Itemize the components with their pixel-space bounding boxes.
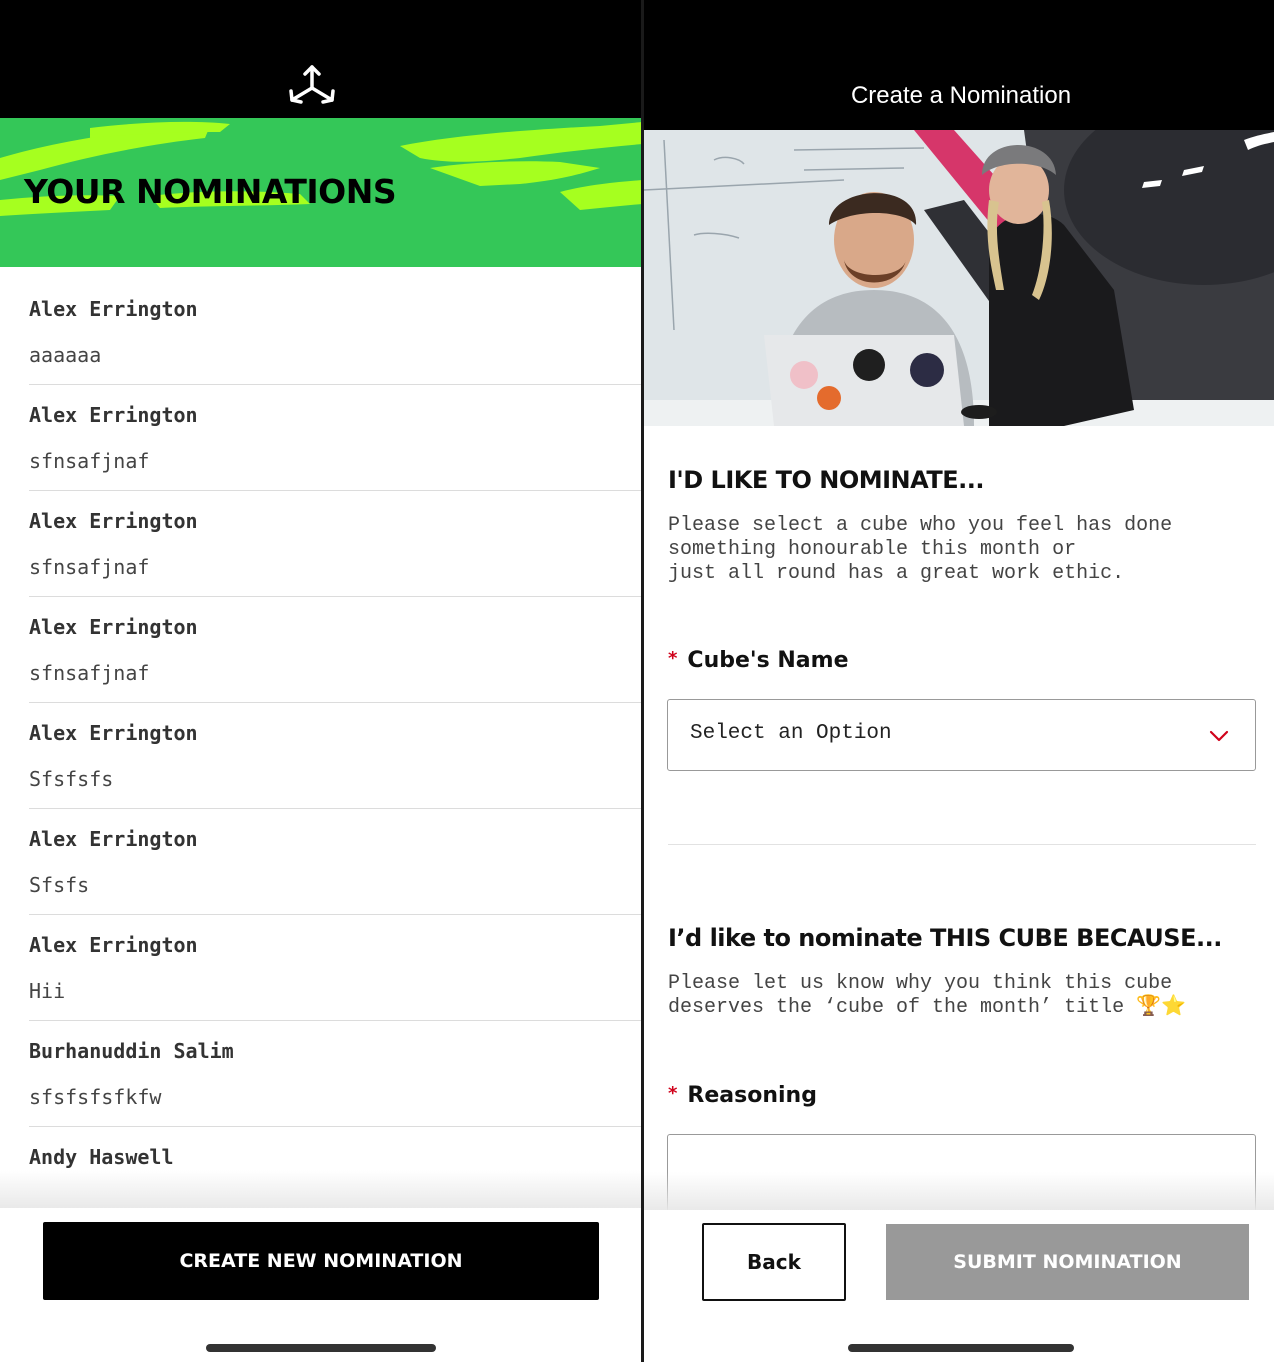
nomination-reason: Sfsfs — [29, 873, 90, 897]
footer: CREATE NEW NOMINATION — [0, 1208, 641, 1362]
nomination-reason: Sfsfsfs — [29, 767, 114, 791]
nominee-name: Alex Errington — [29, 403, 198, 427]
create-nomination-screen: Create a Nomination I'D LIKE TO NOMINATE… — [644, 0, 1274, 1362]
page-title: YOUR NOMINATIONS — [24, 172, 397, 211]
home-indicator[interactable] — [848, 1344, 1074, 1352]
back-button[interactable]: Back — [702, 1223, 846, 1301]
nomination-item[interactable]: Burhanuddin Salim sfsfsfsfkfw — [29, 1021, 641, 1127]
nomination-reason: sfsfsfsfkfw — [29, 1085, 162, 1109]
nomination-reason: Hii — [29, 979, 66, 1003]
nomination-reason: sfnsafjnaf — [29, 449, 150, 473]
nominee-name: Alex Errington — [29, 827, 198, 851]
cube-name-select[interactable]: Select an Option — [667, 699, 1256, 771]
reasoning-label: * Reasoning — [668, 1083, 817, 1108]
reason-section-title: I’d like to nominate THIS CUBE BECAUSE..… — [668, 924, 1222, 952]
nominate-section-title: I'D LIKE TO NOMINATE... — [668, 466, 984, 494]
nominee-name: Burhanuddin Salim — [29, 1039, 234, 1063]
nomination-item[interactable]: Alex Errington Sfsfsfs — [29, 703, 641, 809]
reason-section-description: Please let us know why you think this cu… — [668, 972, 1186, 1019]
nomination-item[interactable]: Alex Errington sfnsafjnaf — [29, 385, 641, 491]
required-marker: * — [668, 1083, 678, 1104]
nomination-item[interactable]: Alex Errington sfnsafjnaf — [29, 491, 641, 597]
nominations-list-screen: YOUR NOMINATIONS Alex Errington aaaaaa A… — [0, 0, 642, 1362]
nominate-section-description: Please select a cube who you feel has do… — [668, 514, 1173, 585]
nomination-item[interactable]: Alex Errington Sfsfs — [29, 809, 641, 915]
top-bar — [0, 0, 641, 118]
section-divider — [668, 844, 1256, 845]
nominee-name: Alex Errington — [29, 615, 198, 639]
list-fade — [0, 1170, 641, 1210]
nomination-item[interactable]: Alex Errington aaaaaa — [29, 267, 641, 385]
cube-name-selected-value: Select an Option — [690, 722, 892, 745]
cube-name-label-text: Cube's Name — [687, 648, 849, 673]
cube-logo-icon — [289, 65, 335, 104]
hero-photo — [644, 130, 1274, 426]
screen-title: Create a Nomination — [850, 82, 1072, 109]
nominee-name: Andy Haswell — [29, 1145, 174, 1169]
submit-nomination-button[interactable]: SUBMIT NOMINATION — [886, 1224, 1249, 1300]
chevron-down-icon — [1209, 730, 1229, 742]
nominations-list[interactable]: Alex Errington aaaaaa Alex Errington sfn… — [0, 267, 641, 1207]
nomination-reason: aaaaaa — [29, 343, 102, 367]
footer: Back SUBMIT NOMINATION — [644, 1210, 1274, 1362]
nomination-item[interactable]: Alex Errington sfnsafjnaf — [29, 597, 641, 703]
nominee-name: Alex Errington — [29, 933, 198, 957]
top-bar: Create a Nomination — [644, 0, 1274, 130]
form-fade — [644, 1172, 1274, 1212]
cube-name-label: * Cube's Name — [668, 648, 849, 673]
required-marker: * — [668, 648, 678, 669]
home-indicator[interactable] — [206, 1344, 436, 1352]
nominee-name: Alex Errington — [29, 297, 198, 321]
reasoning-label-text: Reasoning — [687, 1083, 817, 1108]
nominee-name: Alex Errington — [29, 721, 198, 745]
nomination-item[interactable]: Alex Errington Hii — [29, 915, 641, 1021]
create-new-nomination-button[interactable]: CREATE NEW NOMINATION — [43, 1222, 599, 1300]
nomination-reason: sfnsafjnaf — [29, 555, 150, 579]
nomination-reason: sfnsafjnaf — [29, 661, 150, 685]
nominations-banner: YOUR NOMINATIONS — [0, 118, 641, 267]
nominee-name: Alex Errington — [29, 509, 198, 533]
